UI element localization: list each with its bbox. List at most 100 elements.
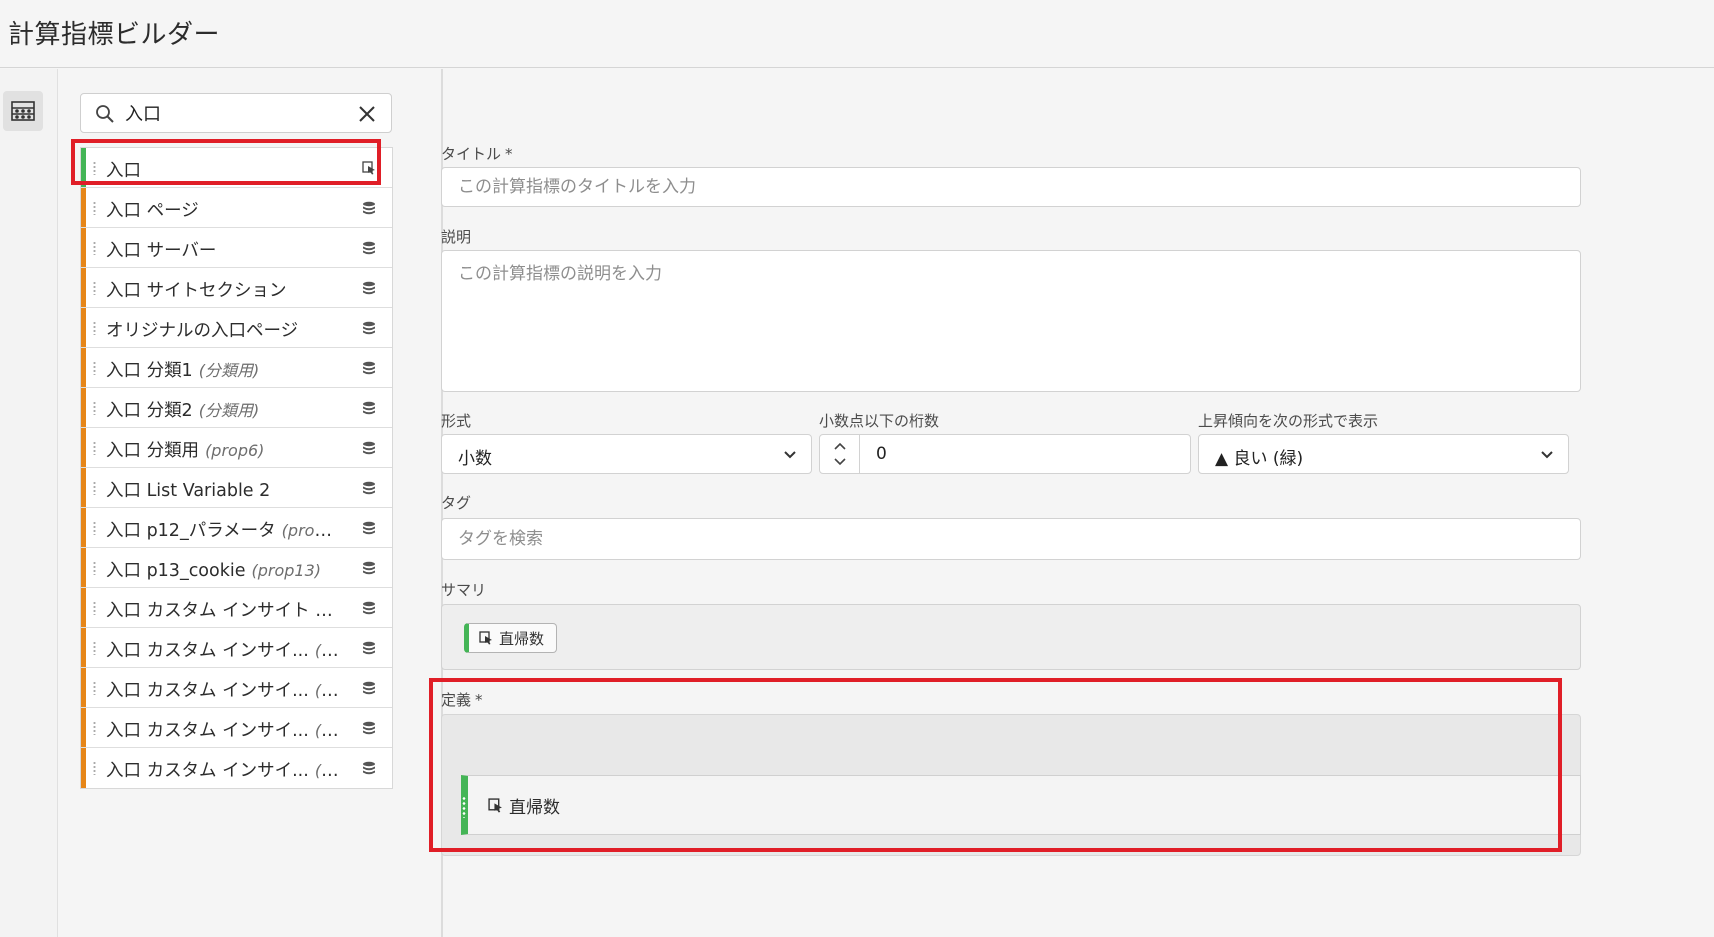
- component-search: [80, 93, 392, 133]
- list-item-label: 入口 カスタム インサイ...(p...: [106, 757, 341, 782]
- dimension-color-bar: [81, 428, 86, 467]
- drag-handle-icon[interactable]: [93, 481, 96, 495]
- drag-handle-icon[interactable]: [93, 161, 96, 175]
- list-item-label: 入口 List Variable 2: [106, 481, 271, 501]
- list-item-dimension[interactable]: 入口 カスタム インサイ...(p...: [81, 628, 392, 668]
- summary-chip-label: 直帰数: [499, 629, 545, 648]
- drag-handle-icon[interactable]: [93, 401, 96, 415]
- drag-handle-icon[interactable]: [93, 681, 96, 695]
- list-item-label: 入口 p13_cookie (prop13): [106, 561, 322, 581]
- dimension-icon: [363, 641, 375, 655]
- stepper-buttons[interactable]: [820, 435, 860, 473]
- summary-chip[interactable]: 直帰数: [464, 623, 558, 653]
- chevron-down-icon: [784, 451, 796, 459]
- dimension-color-bar: [81, 708, 86, 747]
- definition-chip[interactable]: 直帰数: [461, 775, 1581, 835]
- list-item-sublabel: (p...: [332, 601, 341, 620]
- list-item-dimension[interactable]: 入口 サーバー: [81, 228, 392, 268]
- list-item-label: 入口 カスタム インサイ...(p...: [106, 717, 341, 742]
- dimension-icon: [363, 441, 375, 455]
- dimension-color-bar: [81, 508, 86, 547]
- list-item-dimension[interactable]: 入口 分類1 (分類用): [81, 348, 392, 388]
- list-item-label: 入口 ページ: [106, 201, 199, 221]
- drag-handle-icon[interactable]: [93, 321, 96, 335]
- definition-chip-label: 直帰数: [488, 793, 560, 818]
- list-item-dimension[interactable]: 入口 p12_パラメータ(prop12): [81, 508, 392, 548]
- list-item-sublabel: (prop6): [205, 441, 265, 460]
- dimension-icon: [363, 201, 375, 215]
- drag-handle-icon[interactable]: [93, 521, 96, 535]
- list-item-label: 入口 カスタム インサイ...(p...: [106, 677, 341, 702]
- list-item-sublabel: (分類用): [198, 401, 260, 420]
- trend-select[interactable]: ▲ 良い (緑): [1198, 434, 1569, 474]
- search-input[interactable]: [125, 100, 345, 126]
- list-item-dimension[interactable]: オリジナルの入口ページ: [81, 308, 392, 348]
- list-item-label: 入口 分類用 (prop6): [106, 441, 265, 461]
- list-item-label: 入口 サーバー: [106, 241, 217, 261]
- metric-color-bar: [81, 148, 86, 187]
- dimension-icon: [363, 521, 375, 535]
- list-item-dimension[interactable]: 入口 カスタム インサイ...(p...: [81, 748, 392, 788]
- trend-value: ▲ 良い (緑): [1215, 449, 1304, 469]
- list-item-dimension[interactable]: 入口 カスタム インサイ...(p...: [81, 708, 392, 748]
- drag-handle-icon[interactable]: [93, 241, 96, 255]
- drag-handle-icon[interactable]: [93, 441, 96, 455]
- metric-form: タイトル* 説明 形式 小数 小数点以下の桁数 0 上昇傾向を次の形式で表示 ▲…: [441, 69, 1714, 937]
- list-item-dimension[interactable]: 入口 分類用 (prop6): [81, 428, 392, 468]
- metric-icon: [488, 798, 502, 813]
- dimension-color-bar: [81, 588, 86, 627]
- dimension-icon: [363, 321, 375, 335]
- list-item-dimension[interactable]: 入口 分類2 (分類用): [81, 388, 392, 428]
- format-select[interactable]: 小数: [441, 434, 812, 474]
- decimals-stepper[interactable]: 0: [819, 434, 1191, 474]
- decimals-label: 小数点以下の桁数: [819, 412, 940, 430]
- dimension-color-bar: [81, 308, 86, 347]
- list-item-dimension[interactable]: 入口 List Variable 2: [81, 468, 392, 508]
- metric-icon: [479, 631, 492, 645]
- list-item-sublabel: (p...: [314, 641, 341, 660]
- drag-handle-icon[interactable]: [93, 721, 96, 735]
- components-panel-button[interactable]: [3, 91, 43, 131]
- drag-handle-icon[interactable]: [93, 361, 96, 375]
- left-rail: [0, 69, 58, 937]
- list-item-dimension[interactable]: 入口 カスタム インサイ...(p...: [81, 668, 392, 708]
- drag-handle-icon[interactable]: [93, 761, 96, 775]
- dimension-color-bar: [81, 748, 86, 788]
- list-item-sublabel: (prop12): [281, 521, 341, 540]
- drag-handle-icon[interactable]: [93, 201, 96, 215]
- description-input[interactable]: [441, 250, 1581, 392]
- dimension-color-bar: [81, 468, 86, 507]
- drag-handle-icon[interactable]: [93, 561, 96, 575]
- list-item-sublabel: (p...: [314, 721, 341, 740]
- format-value: 小数: [458, 449, 492, 469]
- chevron-down-icon: [1541, 451, 1553, 459]
- list-item-dimension[interactable]: 入口 サイトセクション: [81, 268, 392, 308]
- dimension-icon: [363, 561, 375, 575]
- drag-handle[interactable]: [462, 796, 466, 818]
- description-label: 説明: [441, 228, 472, 246]
- dimension-icon: [363, 401, 375, 415]
- list-item-label: 入口 カスタム インサイト 1(p...: [106, 597, 341, 622]
- list-item-sublabel: (p...: [314, 681, 341, 700]
- clear-search-icon[interactable]: [357, 104, 377, 124]
- tags-search-input[interactable]: [441, 518, 1581, 560]
- list-item-dimension[interactable]: 入口 ページ: [81, 188, 392, 228]
- list-item-label: 入口 分類1 (分類用): [106, 361, 260, 381]
- list-item-dimension[interactable]: 入口 カスタム インサイト 1(p...: [81, 588, 392, 628]
- list-item-dimension[interactable]: 入口 p13_cookie (prop13): [81, 548, 392, 588]
- drag-handle-icon[interactable]: [93, 601, 96, 615]
- drag-handle-icon[interactable]: [93, 281, 96, 295]
- dimension-icon: [363, 241, 375, 255]
- summary-label: サマリ: [441, 581, 487, 599]
- app-header: 計算指標ビルダー: [0, 0, 1714, 68]
- page-title: 計算指標ビルダー: [8, 20, 221, 50]
- stepper-arrows-icon: [834, 442, 846, 466]
- list-item-label: オリジナルの入口ページ: [106, 321, 299, 341]
- components-panel-icon: [11, 101, 35, 121]
- list-item-label: 入口 カスタム インサイ...(p...: [106, 637, 341, 662]
- drag-handle-icon[interactable]: [93, 641, 96, 655]
- definition-label: 定義 *: [441, 691, 483, 709]
- definition-canvas[interactable]: 直帰数: [441, 714, 1581, 856]
- list-item-metric[interactable]: 入口: [81, 148, 392, 188]
- title-input[interactable]: [441, 167, 1581, 207]
